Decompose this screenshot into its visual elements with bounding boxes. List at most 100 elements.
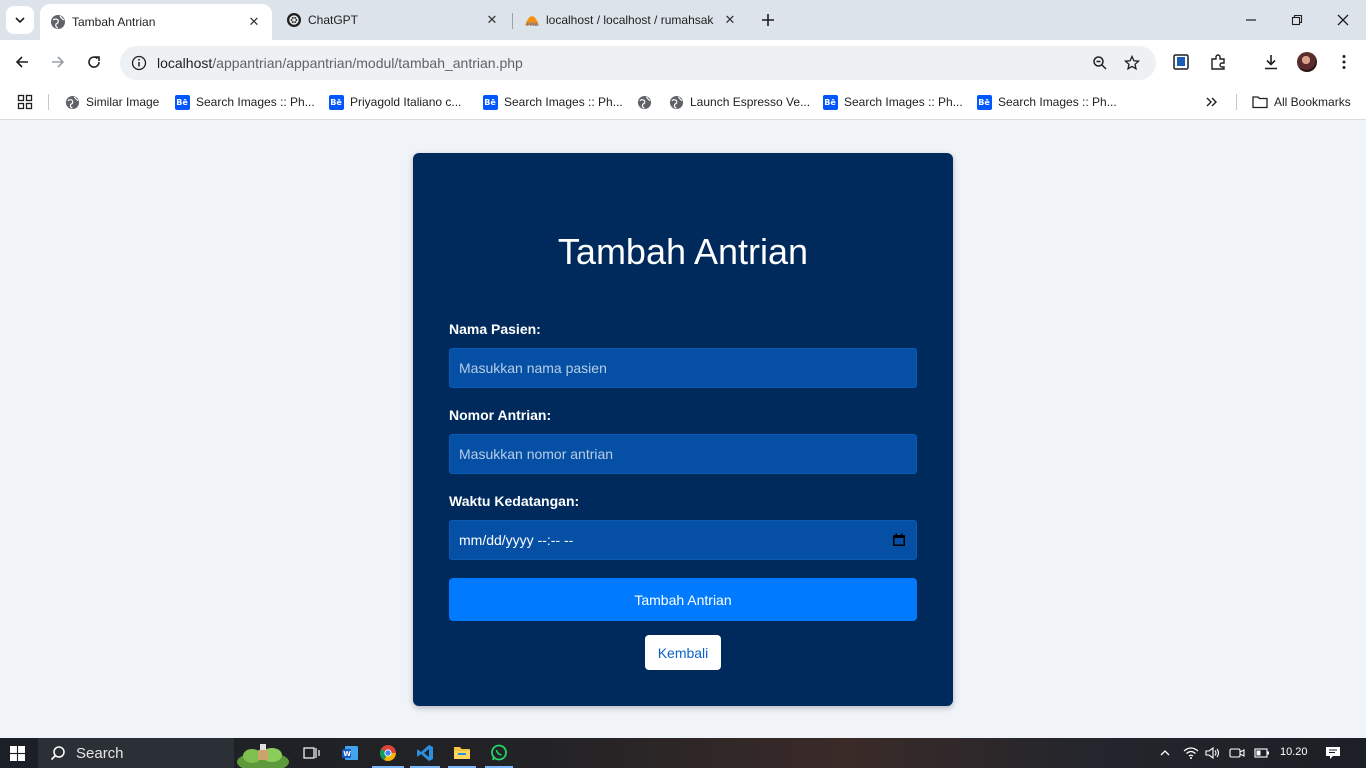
reading-list-icon[interactable] — [1170, 51, 1192, 73]
all-bookmarks-button[interactable]: All Bookmarks — [1252, 92, 1351, 112]
minimize-icon — [1246, 19, 1256, 21]
tab-phpmyadmin[interactable]: PMA localhost / localhost / rumahsakit ✕ — [514, 0, 748, 40]
close-icon[interactable]: ✕ — [484, 12, 500, 28]
forward-button[interactable] — [46, 50, 70, 74]
address-bar[interactable]: localhost/appantrian/appantrian/modul/ta… — [120, 46, 1156, 80]
bookmark-label: Similar Image — [86, 95, 160, 109]
url-text: localhost/appantrian/appantrian/modul/ta… — [157, 55, 523, 71]
chevron-up-icon[interactable] — [1157, 745, 1173, 761]
profile-avatar[interactable] — [1297, 52, 1317, 72]
bookmark-label: Launch Espresso Ve... — [690, 95, 811, 109]
kembali-button[interactable]: Kembali — [645, 635, 721, 670]
battery-icon[interactable] — [1254, 745, 1270, 761]
zoom-icon[interactable] — [1090, 53, 1110, 73]
globe-icon — [64, 94, 80, 110]
search-highlight-icon — [237, 744, 289, 768]
bookmark-globe[interactable] — [636, 92, 658, 112]
nama-pasien-label: Nama Pasien: — [449, 321, 541, 337]
url-host: localhost — [157, 55, 213, 71]
tab-title: ChatGPT — [308, 13, 359, 27]
bookmark-label: Search Images :: Ph... — [844, 95, 963, 109]
star-icon[interactable] — [1122, 53, 1142, 73]
close-icon[interactable]: ✕ — [246, 14, 262, 30]
behance-icon: Bē — [822, 94, 838, 110]
word-icon[interactable]: W — [338, 741, 362, 765]
browser-tab-strip: Tambah Antrian ✕ ChatGPT ✕ PMA localhost… — [0, 0, 1366, 40]
restore-button[interactable] — [1285, 8, 1309, 32]
browser-toolbar: localhost/appantrian/appantrian/modul/ta… — [0, 40, 1366, 84]
windows-taskbar: Search W 10.20 — [0, 738, 1366, 768]
more-bookmarks-icon[interactable] — [1204, 92, 1218, 112]
search-label: Search — [76, 744, 124, 762]
whatsapp-icon[interactable] — [487, 741, 511, 765]
vscode-icon[interactable] — [413, 741, 437, 765]
all-bookmarks-label: All Bookmarks — [1274, 95, 1351, 109]
svg-text:PMA: PMA — [527, 22, 539, 28]
arrow-left-icon — [15, 56, 28, 68]
tambah-antrian-button[interactable]: Tambah Antrian — [449, 578, 917, 621]
datetime-value: mm/dd/yyyy --:-- -- — [459, 532, 574, 548]
tab-search-button[interactable] — [6, 6, 34, 34]
nama-pasien-input[interactable]: Masukkan nama pasien — [449, 348, 917, 388]
url-path: /appantrian/appantrian/modul/tambah_antr… — [212, 55, 523, 71]
chrome-icon[interactable] — [376, 741, 400, 765]
close-icon[interactable]: ✕ — [722, 12, 738, 28]
bookmark-divider — [48, 94, 49, 110]
network-icon[interactable] — [1183, 745, 1199, 761]
windows-start-icon[interactable] — [10, 746, 25, 761]
tab-title: Tambah Antrian — [72, 15, 156, 29]
menu-icon[interactable] — [1333, 51, 1355, 73]
download-icon[interactable] — [1260, 51, 1282, 73]
globe-icon — [50, 14, 66, 30]
site-info-icon[interactable] — [128, 52, 150, 74]
minimize-button[interactable] — [1239, 8, 1263, 32]
bookmark-label: Search Images :: Ph... — [504, 95, 623, 109]
bookmark-similar-image[interactable]: Similar Image — [64, 92, 159, 112]
file-explorer-icon[interactable] — [450, 741, 474, 765]
volume-icon[interactable] — [1205, 745, 1221, 761]
nomor-antrian-label: Nomor Antrian: — [449, 407, 552, 423]
taskbar-clock[interactable]: 10.20 — [1280, 746, 1308, 758]
search-icon — [50, 746, 65, 761]
behance-icon: Bē — [976, 94, 992, 110]
behance-icon: Bē — [328, 94, 344, 110]
page-title: Tambah Antrian — [557, 231, 809, 272]
close-icon — [1337, 14, 1349, 26]
bookmark-search-images-1[interactable]: Bē Search Images :: Ph... — [174, 92, 315, 112]
taskbar-search[interactable]: Search — [38, 738, 289, 768]
bookmark-search-images-3[interactable]: Bē Search Images :: Ph... — [822, 92, 963, 112]
bookmark-search-images-2[interactable]: Bē Search Images :: Ph... — [482, 92, 623, 112]
globe-icon — [636, 94, 652, 110]
waktu-kedatangan-input[interactable]: mm/dd/yyyy --:-- -- — [449, 520, 917, 560]
reload-icon — [88, 56, 100, 68]
back-button[interactable] — [10, 50, 34, 74]
bookmark-label: Search Images :: Ph... — [998, 95, 1117, 109]
bookmark-search-images-4[interactable]: Bē Search Images :: Ph... — [976, 92, 1117, 112]
close-window-button[interactable] — [1331, 8, 1355, 32]
tab-chatgpt[interactable]: ChatGPT ✕ — [276, 0, 510, 40]
apps-icon[interactable] — [17, 92, 33, 112]
camera-icon[interactable] — [1229, 745, 1245, 761]
extensions-icon[interactable] — [1207, 51, 1229, 73]
svg-text:W: W — [343, 750, 351, 758]
form-card: Tambah Antrian Nama Pasien: Masukkan nam… — [413, 153, 953, 706]
task-view-icon[interactable] — [300, 741, 324, 765]
bookmark-label: Priyagold Italiano c... — [350, 95, 462, 109]
behance-icon: Bē — [174, 94, 190, 110]
tab-tambah-antrian[interactable]: Tambah Antrian ✕ — [40, 4, 272, 40]
notification-icon[interactable] — [1325, 745, 1341, 761]
bookmark-divider — [1236, 94, 1237, 110]
phpmyadmin-icon: PMA — [524, 12, 540, 28]
behance-icon: Bē — [482, 94, 498, 110]
nomor-antrian-input[interactable]: Masukkan nomor antrian — [449, 434, 917, 474]
bookmark-priyagold[interactable]: Bē Priyagold Italiano c... — [328, 92, 461, 112]
bookmark-launch-espresso[interactable]: Launch Espresso Ve... — [668, 92, 810, 112]
bookmark-label: Search Images :: Ph... — [196, 95, 315, 109]
tab-title: localhost / localhost / rumahsakit — [546, 13, 714, 27]
new-tab-button[interactable] — [758, 10, 778, 30]
plus-icon — [762, 14, 774, 26]
bookmarks-bar: Similar Image Bē Search Images :: Ph... … — [0, 84, 1366, 120]
reload-button[interactable] — [82, 50, 106, 74]
calendar-icon[interactable] — [892, 533, 906, 547]
waktu-kedatangan-label: Waktu Kedatangan: — [449, 493, 580, 509]
